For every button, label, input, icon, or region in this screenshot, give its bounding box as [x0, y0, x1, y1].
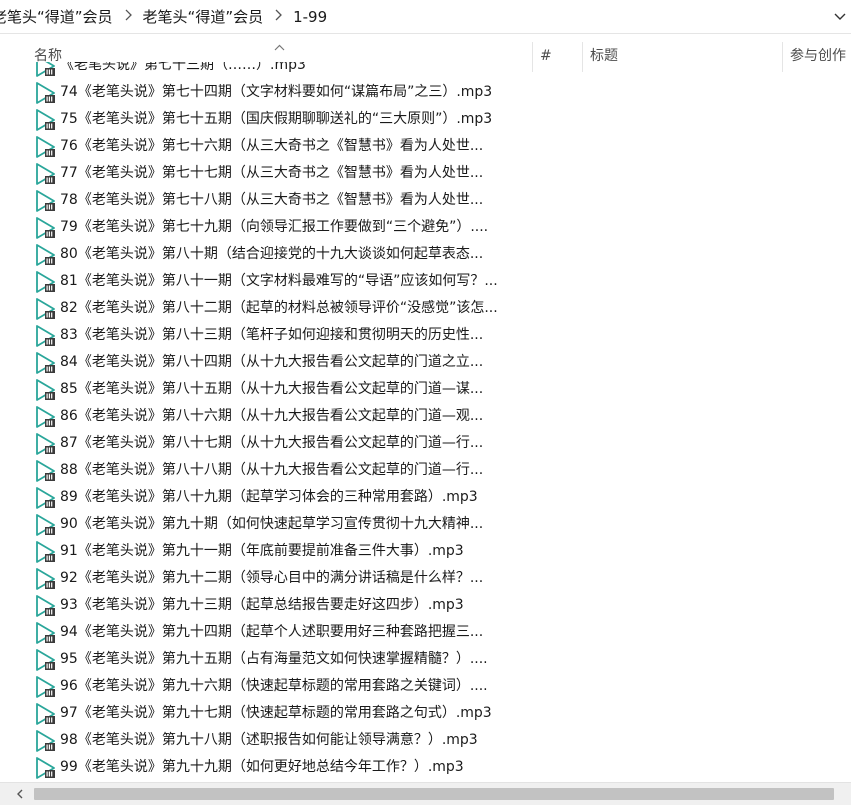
list-item[interactable]: 94《老笔头说》第九十四期（起草个人述职要用好三种套路把握三... — [0, 619, 851, 646]
list-item[interactable]: 98《老笔头说》第九十八期（述职报告如何能让领导满意？）.mp3 — [0, 727, 851, 754]
file-name: 97《老笔头说》第九十七期（快速起草标题的常用套路之句式）.mp3 — [60, 705, 492, 721]
list-item[interactable]: 95《老笔头说》第九十五期（占有海量范文如何快速掌握精髓？）.... — [0, 646, 851, 673]
file-rows: 《老笔头说》第七十三期（……）.mp3 74《老笔头说》第七十四期（文字材料要如… — [0, 62, 851, 781]
file-name: 91《老笔头说》第九十一期（年底前要提前准备三件大事）.mp3 — [60, 543, 464, 559]
file-name: 74《老笔头说》第七十四期（文字材料要如何“谋篇布局”之三）.mp3 — [60, 84, 493, 100]
audio-file-icon — [34, 271, 56, 293]
file-name: 82《老笔头说》第八十二期（起草的材料总被领导评价“没感觉”该怎... — [60, 300, 498, 316]
file-name: 79《老笔头说》第七十九期（向领导汇报工作要做到“三个避免”）.... — [60, 219, 489, 235]
chevron-right-icon[interactable] — [267, 9, 289, 25]
scrollbar-thumb[interactable] — [34, 788, 834, 800]
audio-file-icon — [34, 406, 56, 428]
audio-file-icon — [34, 82, 56, 104]
chevron-right-icon[interactable] — [117, 9, 139, 25]
audio-file-icon — [34, 676, 56, 698]
address-bar[interactable]: 老笔头“得道”会员 老笔头“得道”会员 1-99 — [0, 0, 851, 34]
list-item[interactable]: 99《老笔头说》第九十九期（如何更好地总结今年工作？）.mp3 — [0, 754, 851, 781]
file-name: 89《老笔头说》第八十九期（起草学习体会的三种常用套路）.mp3 — [60, 489, 478, 505]
file-name: 78《老笔头说》第七十八期（从三大奇书之《智慧书》看为人处世... — [60, 192, 484, 208]
breadcrumb-item-root[interactable]: 老笔头“得道”会员 — [0, 6, 117, 27]
list-item[interactable]: 74《老笔头说》第七十四期（文字材料要如何“谋篇布局”之三）.mp3 — [0, 79, 851, 106]
list-item[interactable]: 75《老笔头说》第七十五期（国庆假期聊聊送礼的“三大原则”）.mp3 — [0, 106, 851, 133]
audio-file-icon — [34, 568, 56, 590]
file-name: 92《老笔头说》第九十二期（领导心目中的满分讲话稿是什么样？... — [60, 570, 484, 586]
list-item[interactable]: 92《老笔头说》第九十二期（领导心目中的满分讲话稿是什么样？... — [0, 565, 851, 592]
list-item[interactable]: 93《老笔头说》第九十三期（起草总结报告要走好这四步）.mp3 — [0, 592, 851, 619]
list-item[interactable]: 83《老笔头说》第八十三期（笔杆子如何迎接和贯彻明天的历史性... — [0, 322, 851, 349]
audio-file-icon — [34, 136, 56, 158]
audio-file-icon — [34, 190, 56, 212]
list-item[interactable]: 82《老笔头说》第八十二期（起草的材料总被领导评价“没感觉”该怎... — [0, 295, 851, 322]
list-item[interactable]: 97《老笔头说》第九十七期（快速起草标题的常用套路之句式）.mp3 — [0, 700, 851, 727]
file-name: 93《老笔头说》第九十三期（起草总结报告要走好这四步）.mp3 — [60, 597, 464, 613]
audio-file-icon — [34, 595, 56, 617]
list-item[interactable]: 87《老笔头说》第八十七期（从十九大报告看公文起草的门道—行... — [0, 430, 851, 457]
file-name: 86《老笔头说》第八十六期（从十九大报告看公文起草的门道—观... — [60, 408, 484, 424]
file-name: 83《老笔头说》第八十三期（笔杆子如何迎接和贯彻明天的历史性... — [60, 327, 484, 343]
list-item[interactable]: 96《老笔头说》第九十六期（快速起草标题的常用套路之关键词）.... — [0, 673, 851, 700]
file-name: 88《老笔头说》第八十八期（从十九大报告看公文起草的门道—行... — [60, 462, 484, 478]
list-item[interactable]: 91《老笔头说》第九十一期（年底前要提前准备三件大事）.mp3 — [0, 538, 851, 565]
audio-file-icon — [34, 244, 56, 266]
list-item[interactable]: 84《老笔头说》第八十四期（从十九大报告看公文起草的门道之立... — [0, 349, 851, 376]
scroll-left-icon[interactable] — [12, 786, 28, 802]
file-name: 98《老笔头说》第九十八期（述职报告如何能让领导满意？）.mp3 — [60, 732, 478, 748]
list-item[interactable]: 89《老笔头说》第八十九期（起草学习体会的三种常用套路）.mp3 — [0, 484, 851, 511]
file-name: 77《老笔头说》第七十七期（从三大奇书之《智慧书》看为人处世... — [60, 165, 484, 181]
list-item[interactable]: 79《老笔头说》第七十九期（向领导汇报工作要做到“三个避免”）.... — [0, 214, 851, 241]
file-name: 85《老笔头说》第八十五期（从十九大报告看公文起草的门道—谋... — [60, 381, 484, 397]
audio-file-icon — [34, 622, 56, 644]
list-item[interactable]: 《老笔头说》第七十三期（……）.mp3 — [0, 62, 851, 79]
file-name: 80《老笔头说》第八十期（结合迎接党的十九大谈谈如何起草表态... — [60, 246, 484, 262]
breadcrumb: 老笔头“得道”会员 老笔头“得道”会员 1-99 — [0, 0, 331, 33]
list-item[interactable]: 77《老笔头说》第七十七期（从三大奇书之《智慧书》看为人处世... — [0, 160, 851, 187]
file-name: 94《老笔头说》第九十四期（起草个人述职要用好三种套路把握三... — [60, 624, 484, 640]
list-item[interactable]: 85《老笔头说》第八十五期（从十九大报告看公文起草的门道—谋... — [0, 376, 851, 403]
file-name: 87《老笔头说》第八十七期（从十九大报告看公文起草的门道—行... — [60, 435, 484, 451]
audio-file-icon — [34, 163, 56, 185]
list-item[interactable]: 88《老笔头说》第八十八期（从十九大报告看公文起草的门道—行... — [0, 457, 851, 484]
list-item[interactable]: 81《老笔头说》第八十一期（文字材料最难写的“导语”应该如何写？... — [0, 268, 851, 295]
sort-ascending-icon — [274, 36, 285, 55]
audio-file-icon — [34, 487, 56, 509]
list-item[interactable]: 76《老笔头说》第七十六期（从三大奇书之《智慧书》看为人处世... — [0, 133, 851, 160]
file-name: 84《老笔头说》第八十四期（从十九大报告看公文起草的门道之立... — [60, 354, 484, 370]
breadcrumb-item-folder[interactable]: 老笔头“得道”会员 — [139, 6, 268, 27]
file-list[interactable]: 《老笔头说》第七十三期（……）.mp3 74《老笔头说》第七十四期（文字材料要如… — [0, 62, 851, 782]
file-name: 95《老笔头说》第九十五期（占有海量范文如何快速掌握精髓？）.... — [60, 651, 488, 667]
file-name: 75《老笔头说》第七十五期（国庆假期聊聊送礼的“三大原则”）.mp3 — [60, 111, 493, 127]
list-item[interactable]: 86《老笔头说》第八十六期（从十九大报告看公文起草的门道—观... — [0, 403, 851, 430]
audio-file-icon — [34, 352, 56, 374]
audio-file-icon — [34, 757, 56, 779]
audio-file-icon — [34, 649, 56, 671]
audio-file-icon — [34, 325, 56, 347]
audio-file-icon — [34, 730, 56, 752]
file-name: 96《老笔头说》第九十六期（快速起草标题的常用套路之关键词）.... — [60, 678, 488, 694]
file-name: 90《老笔头说》第九十期（如何快速起草学习宣传贯彻十九大精神... — [60, 516, 484, 532]
audio-file-icon — [34, 62, 56, 77]
audio-file-icon — [34, 433, 56, 455]
audio-file-icon — [34, 298, 56, 320]
file-name: 81《老笔头说》第八十一期（文字材料最难写的“导语”应该如何写？... — [60, 273, 498, 289]
file-name: 《老笔头说》第七十三期（……）.mp3 — [60, 62, 306, 73]
audio-file-icon — [34, 460, 56, 482]
audio-file-icon — [34, 514, 56, 536]
file-name: 99《老笔头说》第九十九期（如何更好地总结今年工作？）.mp3 — [60, 759, 464, 775]
list-item[interactable]: 78《老笔头说》第七十八期（从三大奇书之《智慧书》看为人处世... — [0, 187, 851, 214]
audio-file-icon — [34, 541, 56, 563]
audio-file-icon — [34, 379, 56, 401]
audio-file-icon — [34, 109, 56, 131]
list-item[interactable]: 80《老笔头说》第八十期（结合迎接党的十九大谈谈如何起草表态... — [0, 241, 851, 268]
horizontal-scrollbar[interactable] — [0, 782, 851, 805]
audio-file-icon — [34, 217, 56, 239]
chevron-down-icon[interactable] — [829, 6, 851, 28]
list-item[interactable]: 90《老笔头说》第九十期（如何快速起草学习宣传贯彻十九大精神... — [0, 511, 851, 538]
file-name: 76《老笔头说》第七十六期（从三大奇书之《智慧书》看为人处世... — [60, 138, 484, 154]
audio-file-icon — [34, 703, 56, 725]
breadcrumb-item-current[interactable]: 1-99 — [289, 8, 331, 26]
